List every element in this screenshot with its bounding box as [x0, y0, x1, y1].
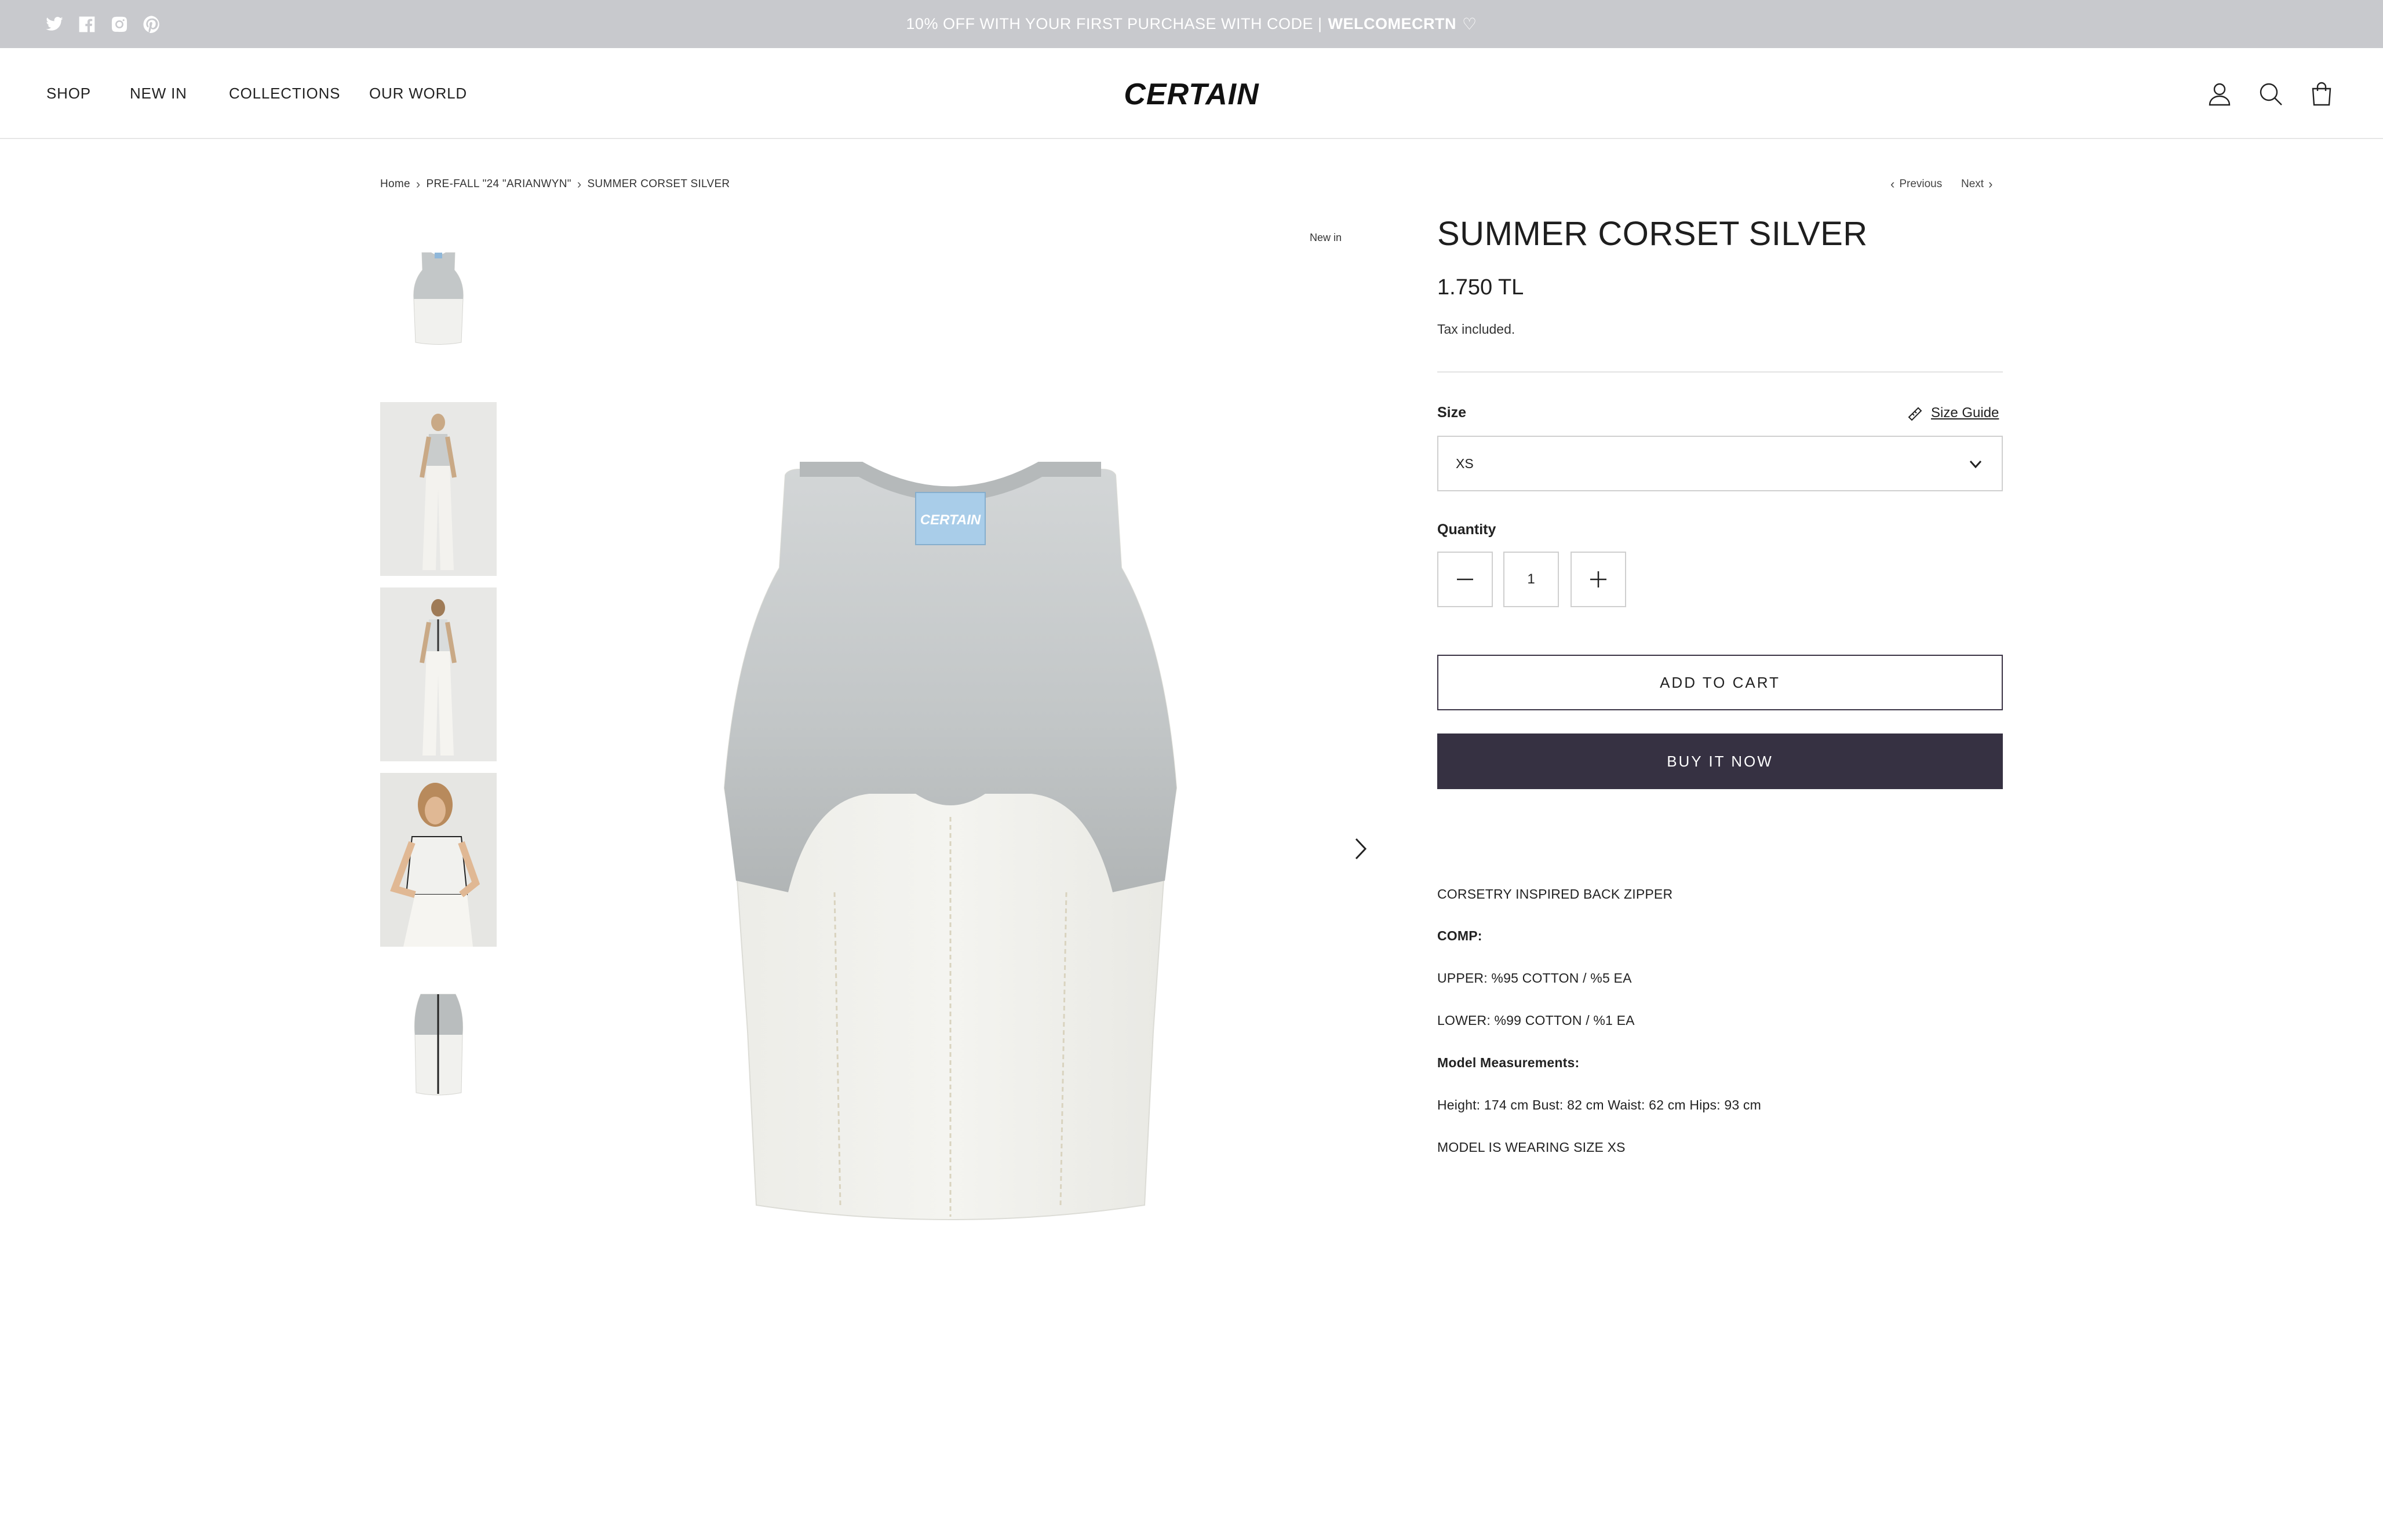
chevron-down-icon	[1969, 460, 1982, 469]
chevron-right-icon: ›	[416, 177, 421, 191]
breadcrumb: Home › PRE-FALL "24 "ARIANWYN" › SUMMER …	[380, 174, 730, 195]
buy-now-button[interactable]: BUY IT NOW	[1437, 733, 2003, 789]
thumbnail-product-back[interactable]	[380, 971, 497, 1116]
svg-text:CERTAIN: CERTAIN	[920, 512, 981, 528]
chevron-right-icon: ›	[1988, 177, 1993, 191]
cart-icon[interactable]	[2308, 48, 2335, 139]
next-link[interactable]: Next ›	[1961, 174, 1992, 195]
next-image-arrow[interactable]	[1349, 834, 1372, 863]
tax-note: Tax included.	[1437, 322, 1515, 337]
add-to-cart-button[interactable]: ADD TO CART	[1437, 655, 2003, 710]
site-logo[interactable]: CERTAIN	[1101, 48, 1282, 139]
announcement-message: 10% OFF WITH YOUR FIRST PURCHASE WITH CO…	[0, 0, 2383, 48]
composition-upper: UPPER: %95 COTTON / %5 EA	[1437, 970, 1632, 986]
breadcrumb-home[interactable]: Home	[380, 178, 410, 191]
chevron-left-icon: ‹	[1890, 177, 1895, 191]
nav-collections[interactable]: COLLECTIONS	[229, 48, 340, 139]
nav-shop[interactable]: SHOP	[46, 48, 91, 139]
search-icon[interactable]	[2257, 48, 2284, 139]
breadcrumb-current: SUMMER CORSET SILVER	[587, 178, 730, 190]
size-select[interactable]: XS	[1437, 436, 2003, 491]
size-label: Size	[1437, 404, 1467, 421]
thumbnail-model-back[interactable]	[380, 587, 497, 761]
quantity-decrease-button[interactable]	[1437, 552, 1493, 607]
nav-our-world[interactable]: OUR WORLD	[369, 48, 467, 139]
model-measurements: Height: 174 cm Bust: 82 cm Waist: 62 cm …	[1437, 1097, 1761, 1112]
ruler-icon	[1907, 404, 1924, 422]
size-guide-label: Size Guide	[1931, 405, 1999, 421]
quantity-input[interactable]: 1	[1503, 552, 1559, 607]
quantity-label: Quantity	[1437, 521, 1496, 538]
composition-lower: LOWER: %99 COTTON / %1 EA	[1437, 1013, 1635, 1028]
new-in-badge: New in	[1310, 232, 1342, 243]
model-measurements-heading: Model Measurements:	[1437, 1055, 1580, 1070]
thumbnail-model-detail[interactable]	[380, 773, 497, 947]
previous-label: Previous	[1899, 178, 1943, 190]
chevron-right-icon: ›	[577, 177, 582, 191]
product-main-image: CERTAIN	[661, 452, 1240, 1234]
description-line: CORSETRY INSPIRED BACK ZIPPER	[1437, 886, 1673, 902]
previous-link[interactable]: ‹ Previous	[1890, 174, 1942, 195]
next-label: Next	[1961, 178, 1984, 190]
thumbnail-product-front[interactable]	[380, 241, 497, 357]
product-price: 1.750 TL	[1437, 275, 1524, 300]
breadcrumb-collection[interactable]: PRE-FALL "24 "ARIANWYN"	[427, 178, 571, 191]
account-icon[interactable]	[2206, 48, 2233, 139]
model-size-note: MODEL IS WEARING SIZE XS	[1437, 1140, 1626, 1155]
heart-icon: ♡	[1462, 15, 1477, 33]
nav-new-in[interactable]: NEW IN	[130, 48, 187, 139]
divider	[1437, 371, 2003, 373]
minus-icon	[1457, 578, 1473, 581]
announcement-text: 10% OFF WITH YOUR FIRST PURCHASE WITH CO…	[906, 15, 1322, 32]
size-selected-value: XS	[1456, 455, 1474, 471]
plus-icon	[1590, 571, 1606, 587]
logo-text: CERTAIN	[1124, 78, 1259, 111]
site-header: SHOP NEW IN COLLECTIONS OUR WORLD CERTAI…	[0, 48, 2383, 139]
size-guide-link[interactable]: Size Guide	[1907, 404, 1999, 422]
promo-code: WELCOMECRTN	[1328, 15, 1456, 32]
quantity-increase-button[interactable]	[1571, 552, 1626, 607]
product-title: SUMMER CORSET SILVER	[1437, 215, 1868, 253]
composition-heading: COMP:	[1437, 928, 1482, 943]
thumbnail-model-front[interactable]	[380, 402, 497, 576]
